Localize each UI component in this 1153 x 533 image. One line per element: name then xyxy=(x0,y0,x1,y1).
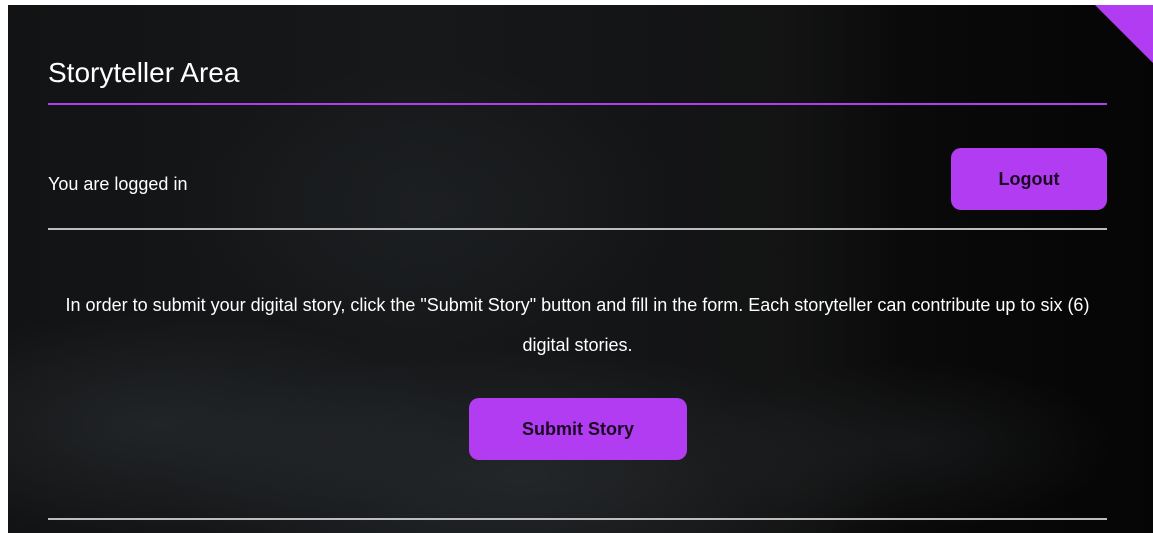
page-title: Storyteller Area xyxy=(48,57,240,88)
title-underline xyxy=(48,103,1107,105)
storyteller-panel: Storyteller Area You are logged in Logou… xyxy=(8,5,1153,533)
corner-accent xyxy=(1095,5,1153,63)
divider-top xyxy=(48,228,1107,230)
divider-bottom xyxy=(48,518,1107,520)
submit-story-button[interactable]: Submit Story xyxy=(469,398,687,460)
instructions-text: In order to submit your digital story, c… xyxy=(65,295,1090,355)
background-image xyxy=(668,5,908,533)
logout-button[interactable]: Logout xyxy=(951,148,1107,210)
login-status-text: You are logged in xyxy=(48,174,188,194)
